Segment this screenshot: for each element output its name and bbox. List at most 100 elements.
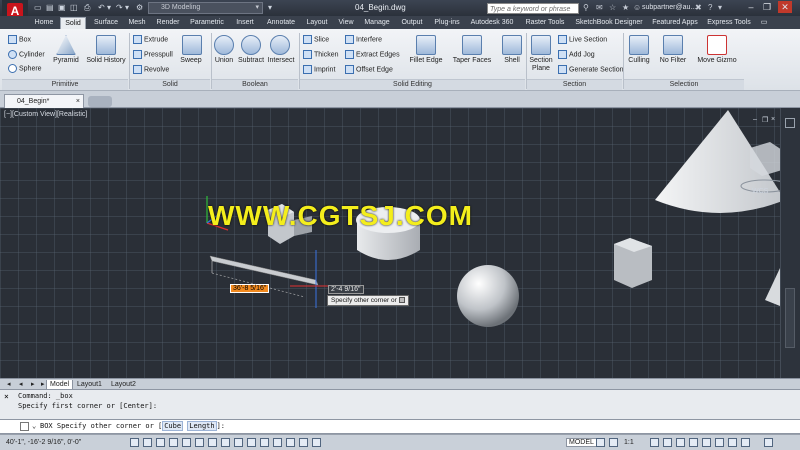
coordinates-display[interactable]: 40'-1", -16'-2 9/16", 0'-0"	[6, 439, 81, 446]
file-tab-04-begin[interactable]: 04_Begin* ×	[4, 94, 84, 108]
wedge-solid[interactable]	[765, 268, 780, 306]
lock-ui-icon[interactable]	[689, 438, 698, 447]
subtract-icon[interactable]	[241, 35, 261, 55]
ribbon-minimize-icon[interactable]: ▭	[758, 17, 770, 29]
annotation-monitor-icon[interactable]	[312, 438, 321, 447]
navbar-tools[interactable]	[785, 288, 795, 348]
close-tab-icon[interactable]: ×	[76, 95, 80, 108]
solid-history-icon[interactable]	[96, 35, 116, 55]
infer-constraints-icon[interactable]	[130, 438, 139, 447]
tab-insert[interactable]: Insert	[231, 17, 259, 29]
length-option[interactable]: Length	[187, 421, 217, 431]
application-status-icon[interactable]	[728, 438, 737, 447]
auto-scale-icon[interactable]	[663, 438, 672, 447]
clean-screen-icon[interactable]	[764, 438, 773, 447]
open-icon[interactable]: ▤	[46, 3, 54, 13]
hardware-acceleration-icon[interactable]	[702, 438, 711, 447]
viewport-minimize-icon[interactable]: –	[753, 116, 757, 123]
object-snap-tracking-icon[interactable]	[221, 438, 230, 447]
intersect-icon[interactable]	[270, 35, 290, 55]
panel-title-section[interactable]: Section	[527, 79, 622, 90]
sweep-icon[interactable]	[182, 35, 202, 55]
panel-title-solid[interactable]: Solid	[130, 79, 210, 90]
new-icon[interactable]: ▭	[34, 3, 42, 13]
navbar-close-icon[interactable]	[785, 118, 795, 128]
tab-mesh[interactable]: Mesh	[125, 17, 149, 29]
command-line[interactable]: ⌄ BOX Specify other corner or [Cube Leng…	[0, 419, 800, 434]
drawing-viewport[interactable]: [−][Custom View][Realistic] – ❐ × WCS WW…	[0, 108, 780, 378]
tab-featured-apps[interactable]: Featured Apps	[649, 17, 701, 29]
user-icon[interactable]: ☺	[633, 3, 641, 12]
status-bar-menu-icon[interactable]	[741, 438, 750, 447]
favorites-icon[interactable]: ★	[622, 3, 629, 12]
viewport-restore-icon[interactable]: ❐	[762, 116, 768, 124]
fillet-edge-icon[interactable]	[416, 35, 436, 55]
save-icon[interactable]: ▣	[58, 3, 66, 13]
viewport-controls-label[interactable]: [−][Custom View][Realistic]	[4, 111, 87, 118]
dynamic-input-icon[interactable]	[247, 438, 256, 447]
search-input[interactable]: Type a keyword or phrase	[487, 3, 579, 14]
viewport-close-icon[interactable]: ×	[771, 116, 775, 123]
dynamic-input-width[interactable]: 2'-4 9/16"	[328, 285, 364, 294]
slice-button[interactable]: Slice	[303, 35, 329, 44]
undo-dropdown-icon[interactable]: ▾	[107, 3, 111, 13]
help-dropdown-icon[interactable]: ▾	[718, 3, 722, 12]
tab-render[interactable]: Render	[153, 17, 183, 29]
revolve-button[interactable]: Revolve	[133, 65, 169, 74]
help-icon[interactable]: ?	[708, 3, 712, 12]
tab-raster-tools[interactable]: Raster Tools	[521, 17, 569, 29]
tab-plug-ins[interactable]: Plug-ins	[431, 17, 463, 29]
thicken-button[interactable]: Thicken	[303, 50, 339, 59]
plot-icon[interactable]: ⎙	[84, 3, 90, 13]
tab-view[interactable]: View	[335, 17, 357, 29]
add-jog-button[interactable]: Add Jog	[558, 50, 595, 59]
tab-autodesk-360[interactable]: Autodesk 360	[467, 17, 517, 29]
isolate-objects-icon[interactable]	[715, 438, 724, 447]
communication-center-icon[interactable]: ☆	[609, 3, 616, 12]
tab-output[interactable]: Output	[397, 17, 427, 29]
grid-display-icon[interactable]	[156, 438, 165, 447]
annotation-scale[interactable]: 1:1	[624, 439, 634, 446]
snap-mode-icon[interactable]	[143, 438, 152, 447]
customize-quick-access-icon[interactable]: ▾	[268, 3, 272, 13]
command-window-close-icon[interactable]: ×	[4, 392, 9, 401]
workspace-dropdown[interactable]: 3D Modeling	[148, 2, 263, 14]
subscription-center-icon[interactable]: ✉	[596, 3, 603, 12]
workspace-gear-icon[interactable]: ⚙	[136, 3, 143, 13]
tab-annotate[interactable]: Annotate	[263, 17, 299, 29]
exchange-icon[interactable]: ✖	[695, 3, 702, 12]
tab-layout[interactable]: Layout	[303, 17, 331, 29]
search-icon[interactable]: ⚲	[583, 3, 589, 12]
cube-option[interactable]: Cube	[162, 421, 184, 431]
live-section-button[interactable]: Live Section	[558, 35, 607, 44]
lineweight-icon[interactable]	[260, 438, 269, 447]
redo-icon[interactable]: ↷	[116, 3, 123, 13]
dynamic-input-length[interactable]: 36'-8 5/16"	[230, 284, 270, 293]
move-gizmo-icon[interactable]	[707, 35, 727, 55]
redo-dropdown-icon[interactable]: ▾	[125, 3, 129, 13]
user-account[interactable]: subpartner@au...	[642, 4, 696, 11]
viewcube[interactable]	[750, 142, 780, 176]
ortho-mode-icon[interactable]	[169, 438, 178, 447]
culling-icon[interactable]	[629, 35, 649, 55]
selection-cycling-icon[interactable]	[299, 438, 308, 447]
tab-surface[interactable]: Surface	[90, 17, 122, 29]
section-plane-icon[interactable]	[531, 35, 551, 55]
dynamic-ucs-icon[interactable]	[234, 438, 243, 447]
new-tab-button[interactable]	[88, 96, 112, 107]
tab-solid[interactable]: Solid	[60, 17, 86, 29]
wcs-label[interactable]: WCS	[752, 188, 768, 195]
tab-parametric[interactable]: Parametric	[187, 17, 227, 29]
close-button[interactable]: ✕	[778, 1, 792, 13]
restore-button[interactable]: ❐	[760, 1, 774, 13]
taper-faces-icon[interactable]	[462, 35, 482, 55]
options-arrow-icon[interactable]	[398, 297, 405, 304]
union-icon[interactable]	[214, 35, 234, 55]
extract-edges-button[interactable]: Extract Edges	[345, 50, 400, 59]
command-dropdown-icon[interactable]: ⌄	[32, 422, 36, 430]
transparency-icon[interactable]	[273, 438, 282, 447]
polar-tracking-icon[interactable]	[182, 438, 191, 447]
tab-home[interactable]: Home	[32, 17, 56, 29]
model-space-button[interactable]: MODEL	[566, 438, 597, 447]
generate-section-button[interactable]: Generate Section	[558, 65, 623, 74]
